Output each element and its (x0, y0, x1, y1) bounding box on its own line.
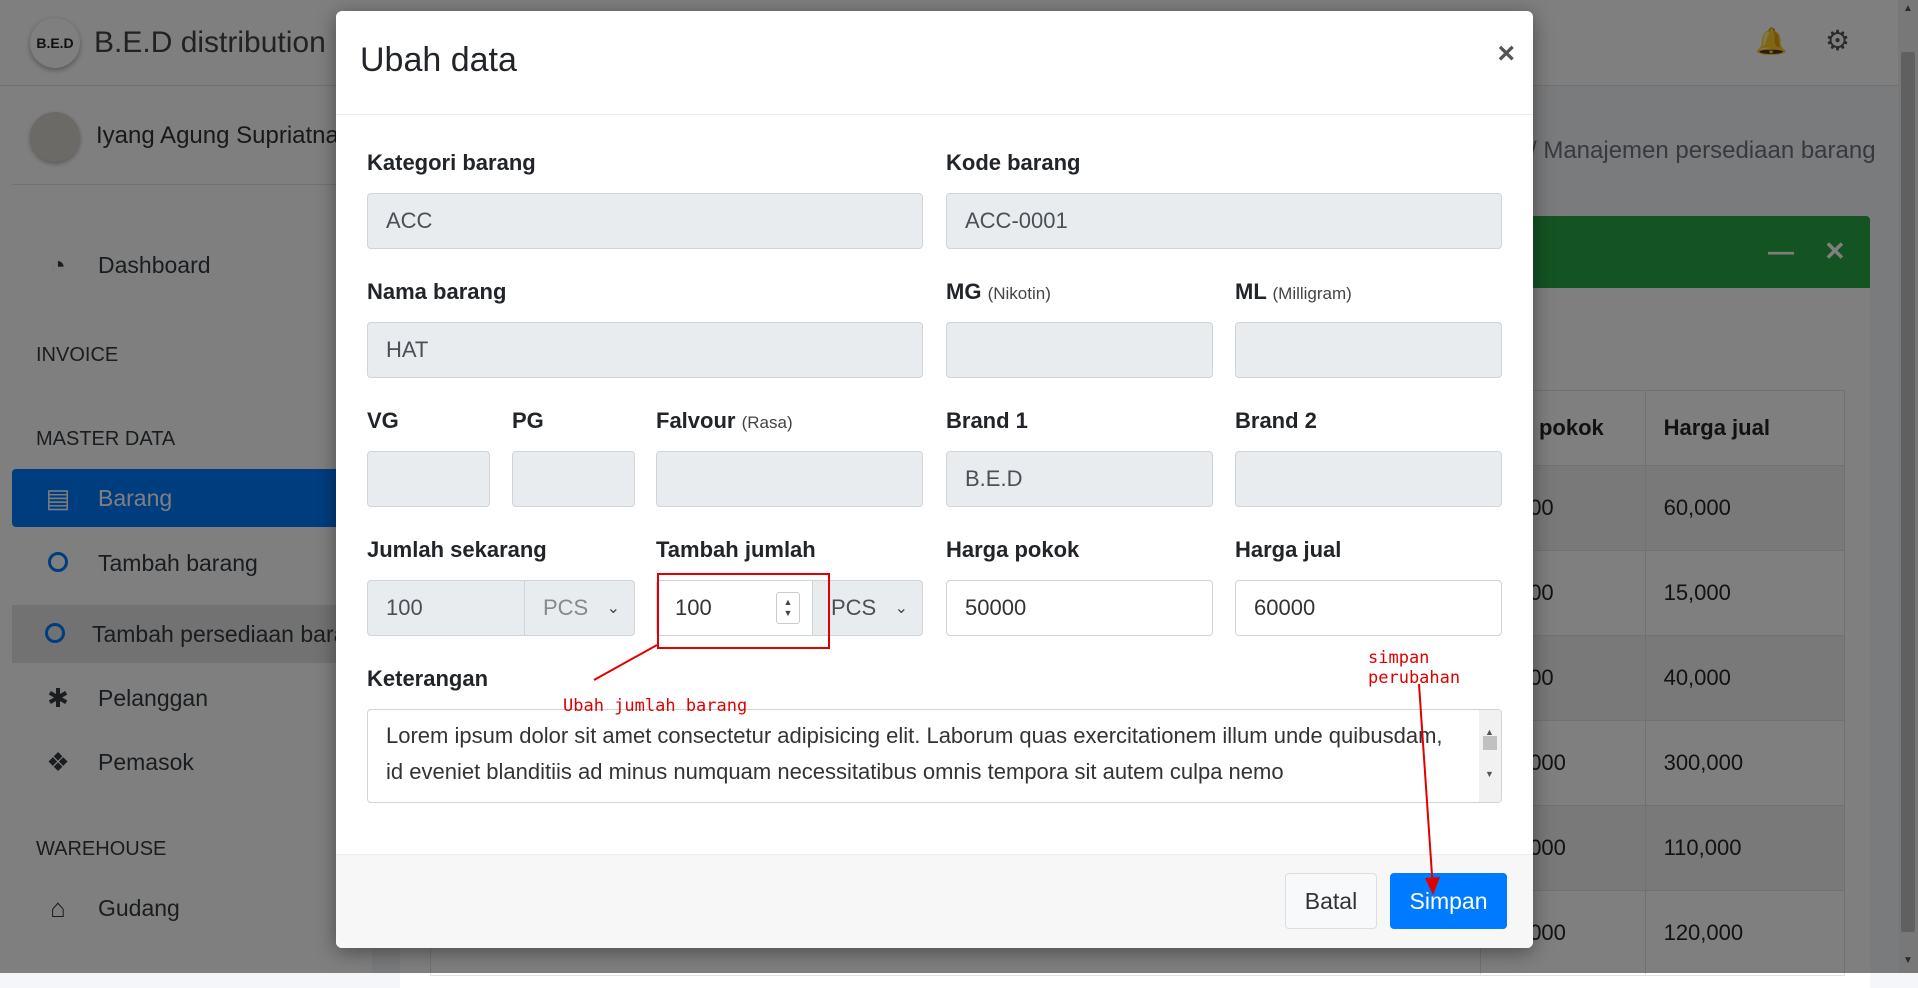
label-mg-text: MG (946, 279, 982, 304)
tambah-unit-value: PCS (831, 595, 877, 620)
harga-pokok-input[interactable]: 50000 (946, 580, 1213, 636)
kategori-field[interactable]: ACC (367, 193, 923, 249)
nama-field[interactable]: HAT (367, 322, 923, 378)
save-button[interactable]: Simpan (1390, 873, 1507, 929)
modal-header: Ubah data × (336, 11, 1533, 115)
cancel-button[interactable]: Batal (1285, 873, 1377, 929)
label-jumlah-sekarang: Jumlah sekarang (367, 537, 547, 562)
keterangan-text: Lorem ipsum dolor sit amet consectetur a… (386, 723, 1443, 784)
chevron-down-icon: ⌄ (894, 600, 908, 617)
flavour-field[interactable] (656, 451, 923, 507)
jumlah-unit-value: PCS (543, 595, 589, 620)
chevron-down-icon: ⌄ (606, 600, 620, 617)
label-vg: VG (367, 408, 399, 433)
label-harga-jual: Harga jual (1235, 537, 1342, 562)
vg-field[interactable] (367, 451, 490, 507)
jumlah-unit-select[interactable]: PCS ⌄ (524, 580, 635, 636)
label-ml: ML (Milligram) (1235, 279, 1352, 305)
label-tambah-jumlah: Tambah jumlah (656, 537, 816, 562)
scroll-down-icon[interactable]: ▼ (1485, 756, 1494, 792)
label-kode: Kode barang (946, 150, 1081, 175)
scroll-thumb[interactable] (1483, 736, 1497, 750)
textarea-scrollbar[interactable]: ▲ ▼ (1479, 710, 1501, 802)
annotation-ubah-jumlah: Ubah jumlah barang (563, 696, 748, 716)
annotation-simpan-line2: perubahan (1368, 668, 1461, 688)
kode-field[interactable]: ACC-0001 (946, 193, 1502, 249)
harga-jual-input[interactable]: 60000 (1235, 580, 1502, 636)
label-mg: MG (Nikotin) (946, 279, 1051, 305)
modal-title: Ubah data (360, 41, 517, 79)
label-pg: PG (512, 408, 544, 433)
label-nama: Nama barang (367, 279, 507, 304)
brand2-field[interactable] (1235, 451, 1502, 507)
label-mg-hint: (Nikotin) (987, 284, 1051, 303)
mg-field[interactable] (946, 322, 1213, 378)
annotation-simpan-line1: simpan (1368, 648, 1430, 668)
label-brand2: Brand 2 (1235, 408, 1317, 433)
label-flavour-hint: (Rasa) (741, 413, 793, 432)
edit-modal: Ubah data × Kategori barang ACC Kode bar… (336, 11, 1533, 948)
label-harga-pokok: Harga pokok (946, 537, 1080, 562)
label-brand1: Brand 1 (946, 408, 1028, 433)
label-ml-text: ML (1235, 279, 1267, 304)
close-icon[interactable]: × (1497, 37, 1515, 71)
jumlah-sekarang-field[interactable]: 100 (367, 580, 525, 636)
ml-field[interactable] (1235, 322, 1502, 378)
label-kategori: Kategori barang (367, 150, 536, 175)
annotation-highlight-box (657, 573, 830, 649)
label-ml-hint: (Milligram) (1272, 284, 1352, 303)
label-keterangan: Keterangan (367, 666, 489, 691)
label-flavour-text: Falvour (656, 408, 736, 433)
pg-field[interactable] (512, 451, 635, 507)
brand1-field[interactable]: B.E.D (946, 451, 1213, 507)
keterangan-textarea[interactable]: Lorem ipsum dolor sit amet consectetur a… (367, 709, 1502, 803)
label-flavour: Falvour (Rasa) (656, 408, 793, 434)
